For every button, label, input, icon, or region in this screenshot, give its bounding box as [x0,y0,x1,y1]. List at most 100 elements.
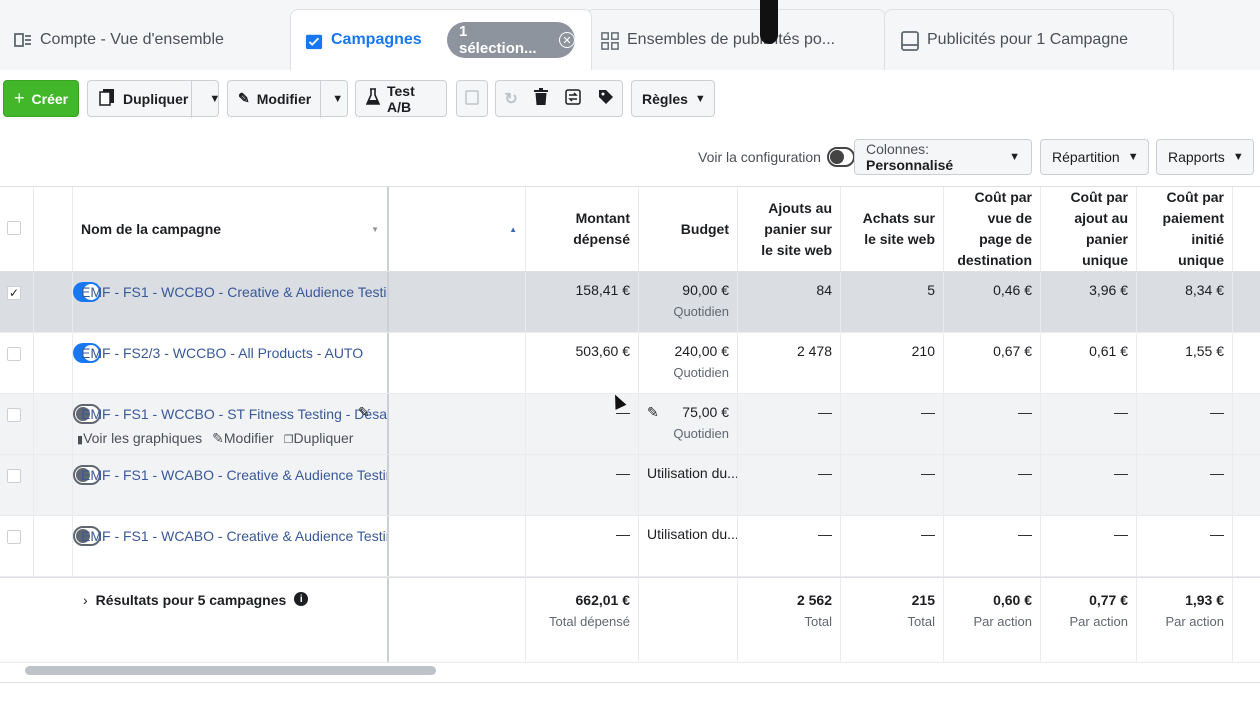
ads-icon [901,31,919,51]
totals-label[interactable]: › Résultats pour 5 campagnes i [73,578,389,662]
view-config-toggle[interactable] [826,147,855,167]
cost-cart-cell: — [1041,394,1137,454]
duplicate-icon: ❐ [283,434,294,446]
table-header: Nom de la campagne ▼ ▲ Montant dépensé B… [0,186,1260,272]
table-row[interactable]: EMF - FS1 - WCABO - Creative & Audience … [0,455,1260,516]
table-row[interactable]: ✓ EMF - FS1 - WCCBO - Creative & Audienc… [0,272,1260,333]
info-icon[interactable]: i [294,592,309,606]
budget-cell[interactable]: ✎ 75,00 € Quotidien [639,394,738,454]
ab-test-button[interactable]: Test A/B [355,80,447,117]
tab-bar: Compte - Vue d'ensemble Campagnes 1 séle… [0,0,1260,70]
campaign-name-link[interactable]: EMF - FS2/3 - WCCBO - All Products - AUT… [73,333,389,393]
table-row[interactable]: EMF - FS1 - WCABO - Creative & Audience … [0,516,1260,577]
rules-button[interactable]: Règles ▼ [631,80,715,117]
pencil-icon[interactable]: ✎ [358,404,370,421]
cost-cart-cell: — [1041,516,1137,576]
col-cost-landing[interactable]: Coût par vue de page de destination [944,187,1041,271]
row-checkbox[interactable] [7,530,21,544]
row-checkbox[interactable]: ✓ [7,286,21,300]
edit-label: Modifier [256,90,312,107]
budget-cell[interactable]: Utilisation du... [639,455,738,515]
create-label: Créer [31,90,69,107]
cost-landing-cell: — [944,394,1041,454]
col-name-label: Nom de la campagne [81,220,222,237]
cost-checkout-cell: — [1137,394,1233,454]
tab-campaigns-label: Campagnes [331,31,422,48]
breakdown-dropdown[interactable]: Répartition ▼ [1040,139,1149,175]
refresh-icon[interactable]: ↻ [504,89,517,109]
columns-dropdown[interactable]: Colonnes: Personnalisé ▼ [854,139,1032,175]
col-cost-checkout[interactable]: Coût par paiement initié unique [1137,187,1233,271]
adsets-grid-icon [601,31,619,50]
tab-ads[interactable]: Publicités pour 1 Campagne [884,9,1174,70]
view-config-label: Voir la configuration [698,149,821,165]
chevron-down-icon[interactable]: ▼ [332,93,343,105]
col-spent[interactable]: Montant dépensé [526,187,639,271]
col-purchases[interactable]: Achats sur le site web [841,187,944,271]
clipboard-button[interactable] [456,80,488,117]
col-delivery[interactable]: ▲ [389,187,526,271]
divider [0,682,1260,683]
table-row[interactable]: EMF - FS2/3 - WCCBO - All Products - AUT… [0,333,1260,394]
col-cart-adds[interactable]: Ajouts au panier sur le site web [738,187,841,271]
purchases-cell: 5 [841,272,944,332]
toolbar: + Créer Dupliquer ▼ ✎ Modifier ▼ Test A/… [0,80,1260,118]
breakdown-label: Répartition [1052,149,1120,165]
cart-cell: — [738,516,841,576]
campaign-name-link[interactable]: EMF - FS1 - WCABO - Creative & Audience … [73,516,389,576]
campaign-name-link[interactable]: EMF - FS1 - WCCBO - ST Fitness Testing -… [73,394,387,422]
budget-cell[interactable]: 90,00 € Quotidien [639,272,738,332]
cost-checkout-cell: 8,34 € [1137,272,1233,332]
row-checkbox[interactable] [7,347,21,361]
cost-landing-cell: 0,46 € [944,272,1041,332]
chevron-right-icon[interactable]: › [83,592,88,662]
horizontal-scrollbar[interactable] [25,666,436,675]
account-overview-icon [14,31,32,49]
budget-cell[interactable]: Utilisation du... [639,516,738,576]
chevron-down-icon: ▼ [1127,151,1139,163]
reports-dropdown[interactable]: Rapports ▼ [1156,139,1254,175]
spent-cell: — [526,516,639,576]
row-checkbox[interactable] [7,408,21,422]
view-config[interactable]: Voir la configuration [698,147,855,167]
chevron-down-icon: ▼ [1232,151,1244,163]
edit-link[interactable]: ✎Modifier [212,430,274,447]
trash-icon[interactable] [534,88,549,109]
budget-cell[interactable]: 240,00 € Quotidien [639,333,738,393]
duplicate-button[interactable]: Dupliquer ▼ [87,80,220,118]
cost-landing-cell: — [944,455,1041,515]
col-name[interactable]: Nom de la campagne ▼ [73,187,389,271]
campaign-name-link[interactable]: EMF - FS1 - WCCBO - Creative & Audience … [73,272,389,332]
select-all-checkbox[interactable] [7,221,21,235]
rules-label: Règles [642,90,688,107]
edit-button[interactable]: ✎ Modifier ▼ [227,80,348,118]
total-cost-landing: 0,60 € Par action [944,578,1041,662]
columns-prefix: Colonnes: [866,141,930,157]
cursor-overlay [760,0,778,44]
close-icon[interactable]: ✕ [559,32,575,48]
pencil-icon[interactable]: ✎ [647,404,659,421]
cost-checkout-cell: — [1137,516,1233,576]
total-cart: 2 562 Total [738,578,841,662]
campaigns-icon [305,31,323,50]
row-checkbox[interactable] [7,469,21,483]
col-budget[interactable]: Budget [639,187,738,271]
chevron-down-icon[interactable]: ▼ [209,93,220,105]
cost-cart-cell: — [1041,455,1137,515]
create-button[interactable]: + Créer [3,80,79,117]
tab-account-overview[interactable]: Compte - Vue d'ensemble [0,9,290,70]
tab-adsets[interactable]: Ensembles de publicités po... [586,9,886,70]
selection-pill[interactable]: 1 sélection... ✕ [447,22,575,58]
table-row[interactable]: EMF - FS1 - WCCBO - ST Fitness Testing -… [0,394,1260,455]
sort-up-icon[interactable]: ▲ [509,219,517,240]
select-all-cell [0,187,34,271]
sort-down-icon[interactable]: ▼ [371,219,379,240]
revision-icon[interactable] [565,89,581,108]
total-purchases: 215 Total [841,578,944,662]
action-icons-group: ↻ [495,80,623,117]
view-charts-link[interactable]: ▮Voir les graphiques [77,430,202,447]
duplicate-link[interactable]: ❐Dupliquer [284,430,354,447]
tag-icon[interactable] [598,89,614,108]
campaign-name-link[interactable]: EMF - FS1 - WCABO - Creative & Audience … [73,455,389,515]
col-cost-cart[interactable]: Coût par ajout au panier unique [1041,187,1137,271]
